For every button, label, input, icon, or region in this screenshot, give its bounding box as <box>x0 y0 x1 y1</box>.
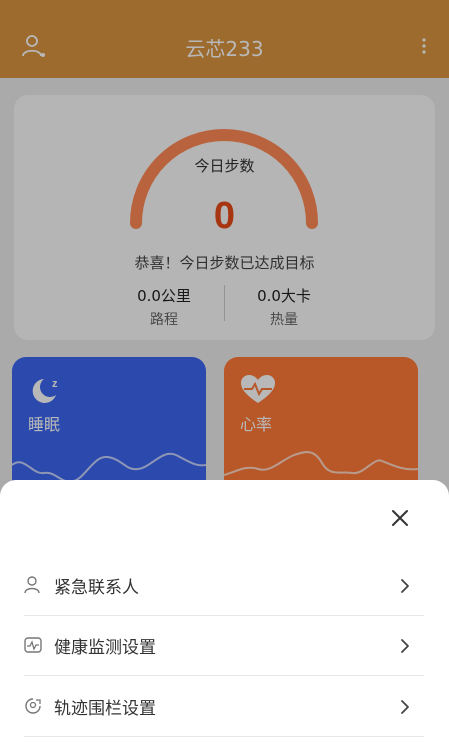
bottom-sheet: 紧急联系人 健康监测设置 轨迹围栏设置 <box>0 480 449 748</box>
health-monitor-icon <box>24 637 42 653</box>
menu-item-label: 健康监测设置 <box>54 638 156 658</box>
menu-item-emergency-contact[interactable]: 紧急联系人 <box>24 556 424 616</box>
menu-item-label: 轨迹围栏设置 <box>54 699 156 719</box>
chevron-right-icon <box>401 639 409 653</box>
close-icon[interactable] <box>389 507 411 529</box>
chevron-right-icon <box>401 579 409 593</box>
chevron-right-icon <box>401 700 409 714</box>
menu-item-health-monitor-settings[interactable]: 健康监测设置 <box>24 616 424 676</box>
menu-item-label: 紧急联系人 <box>54 578 139 598</box>
person-icon <box>24 576 40 594</box>
menu-item-fence-settings[interactable]: 轨迹围栏设置 <box>24 677 424 737</box>
fence-icon <box>25 698 41 714</box>
